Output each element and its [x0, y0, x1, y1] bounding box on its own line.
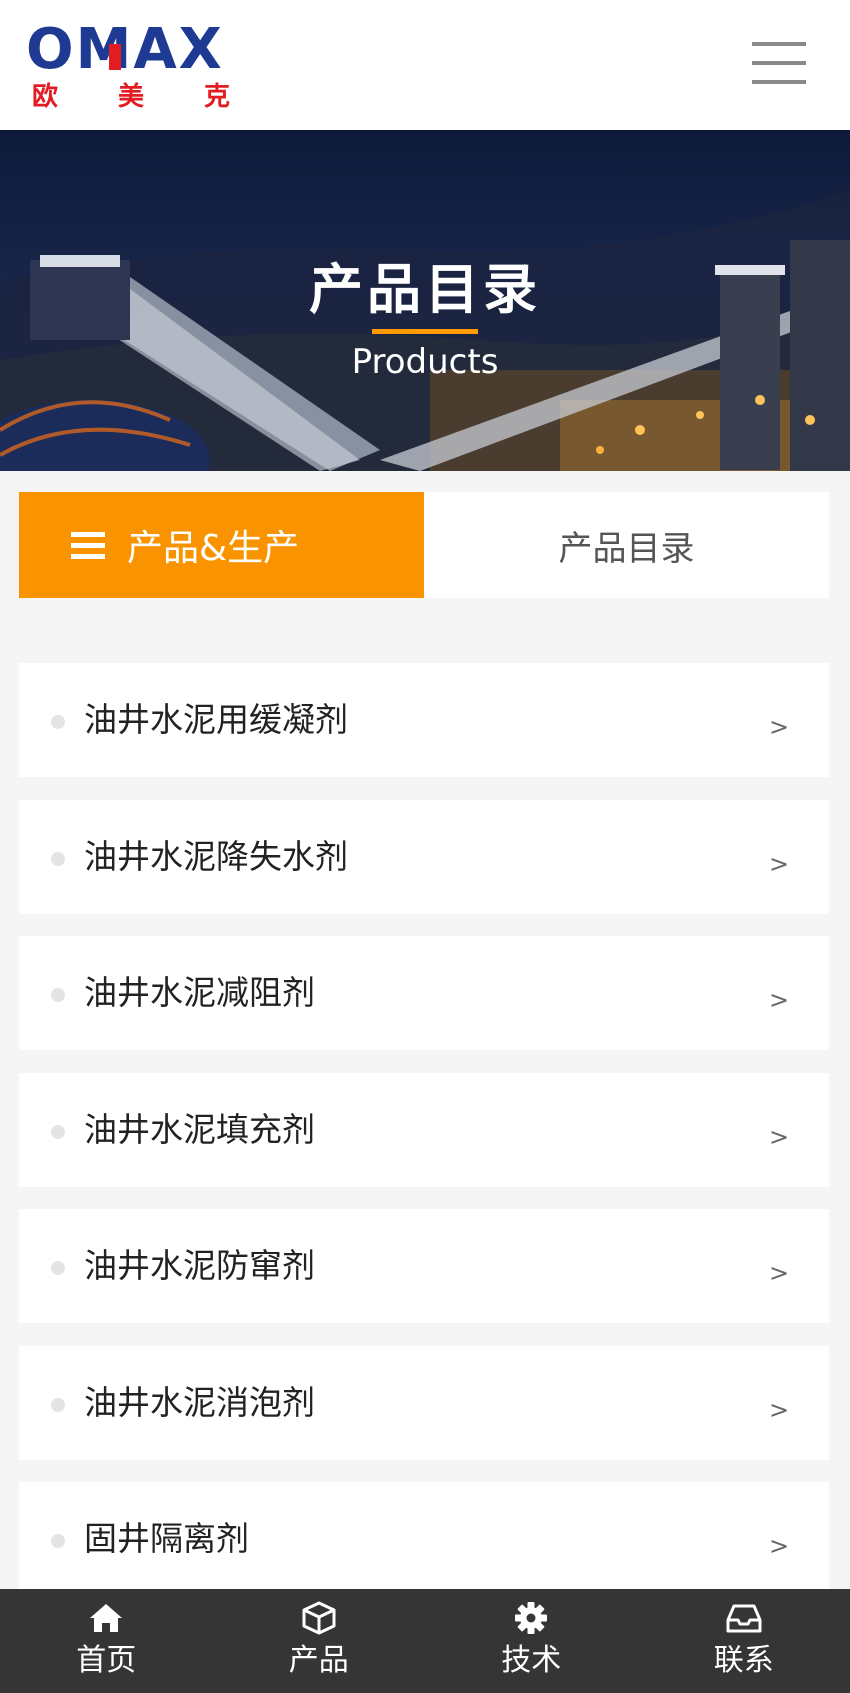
nav-contact[interactable]: 联系: [638, 1589, 850, 1693]
box-icon: [302, 1601, 336, 1635]
list-item[interactable]: 油井水泥消泡剂 >: [19, 1346, 829, 1460]
product-name: 油井水泥防窜剂: [84, 1246, 315, 1285]
page-title: 产品目录: [309, 258, 541, 321]
chevron-right-icon: >: [769, 1259, 790, 1287]
bullet-icon: [51, 715, 65, 729]
logo-wordmark: OMAX: [26, 17, 224, 82]
home-icon: [90, 1604, 123, 1632]
bullet-icon: [51, 1261, 65, 1275]
logo-char: 美: [117, 82, 144, 112]
gear-icon: [515, 1602, 548, 1634]
nav-label: 联系: [713, 1643, 774, 1678]
nav-label: 首页: [76, 1643, 137, 1678]
bullet-icon: [51, 1398, 65, 1412]
nav-technology[interactable]: 技术: [425, 1589, 638, 1693]
list-item[interactable]: 固井隔离剂 >: [19, 1482, 829, 1596]
tab-label: 产品&生产: [127, 528, 300, 569]
chevron-right-icon: >: [769, 1396, 790, 1424]
list-item[interactable]: 油井水泥用缓凝剂 >: [19, 663, 829, 777]
product-name: 固井隔离剂: [84, 1519, 249, 1558]
logo-char: 欧: [32, 82, 59, 112]
product-name: 油井水泥用缓凝剂: [84, 700, 348, 739]
category-tabs: 产品&生产 产品目录: [19, 492, 829, 598]
page-banner: 产品目录 Products: [0, 130, 850, 471]
product-name: 油井水泥消泡剂: [84, 1383, 315, 1422]
title-underline: [372, 329, 478, 334]
tab-products-production[interactable]: 产品&生产: [19, 492, 424, 598]
nav-home[interactable]: 首页: [0, 1589, 213, 1693]
list-item[interactable]: 油井水泥降失水剂 >: [19, 800, 829, 914]
product-name: 油井水泥填充剂: [84, 1110, 315, 1149]
logo-accent: [109, 44, 121, 70]
chevron-right-icon: >: [769, 1123, 790, 1151]
bullet-icon: [51, 988, 65, 1002]
product-name: 油井水泥降失水剂: [84, 837, 348, 876]
inbox-icon: [726, 1604, 762, 1633]
bullet-icon: [51, 852, 65, 866]
product-name: 油井水泥减阻剂: [84, 973, 315, 1012]
bottom-nav: 首页 产品 技术 联系: [0, 1589, 850, 1693]
list-item[interactable]: 油井水泥填充剂 >: [19, 1073, 829, 1187]
tab-product-catalog[interactable]: 产品目录: [424, 492, 829, 598]
logo-char: 克: [203, 82, 230, 112]
header: OMAX 欧 美 克: [0, 0, 850, 130]
omax-logo[interactable]: OMAX 欧 美 克: [26, 17, 236, 114]
chevron-right-icon: >: [769, 850, 790, 878]
chevron-right-icon: >: [769, 986, 790, 1014]
bullet-icon: [51, 1534, 65, 1548]
nav-label: 技术: [501, 1643, 562, 1678]
nav-label: 产品: [288, 1643, 349, 1678]
nav-products[interactable]: 产品: [213, 1589, 426, 1693]
logo-chinese-name: 欧 美 克: [32, 82, 242, 112]
page-subtitle: Products: [351, 342, 499, 382]
hamburger-icon[interactable]: [752, 40, 806, 86]
tab-label: 产品目录: [558, 528, 695, 569]
bullet-icon: [51, 1125, 65, 1139]
chevron-right-icon: >: [769, 713, 790, 741]
list-item[interactable]: 油井水泥减阻剂 >: [19, 936, 829, 1050]
chevron-right-icon: >: [769, 1532, 790, 1560]
list-item[interactable]: 油井水泥防窜剂 >: [19, 1209, 829, 1323]
list-icon: [71, 531, 105, 559]
